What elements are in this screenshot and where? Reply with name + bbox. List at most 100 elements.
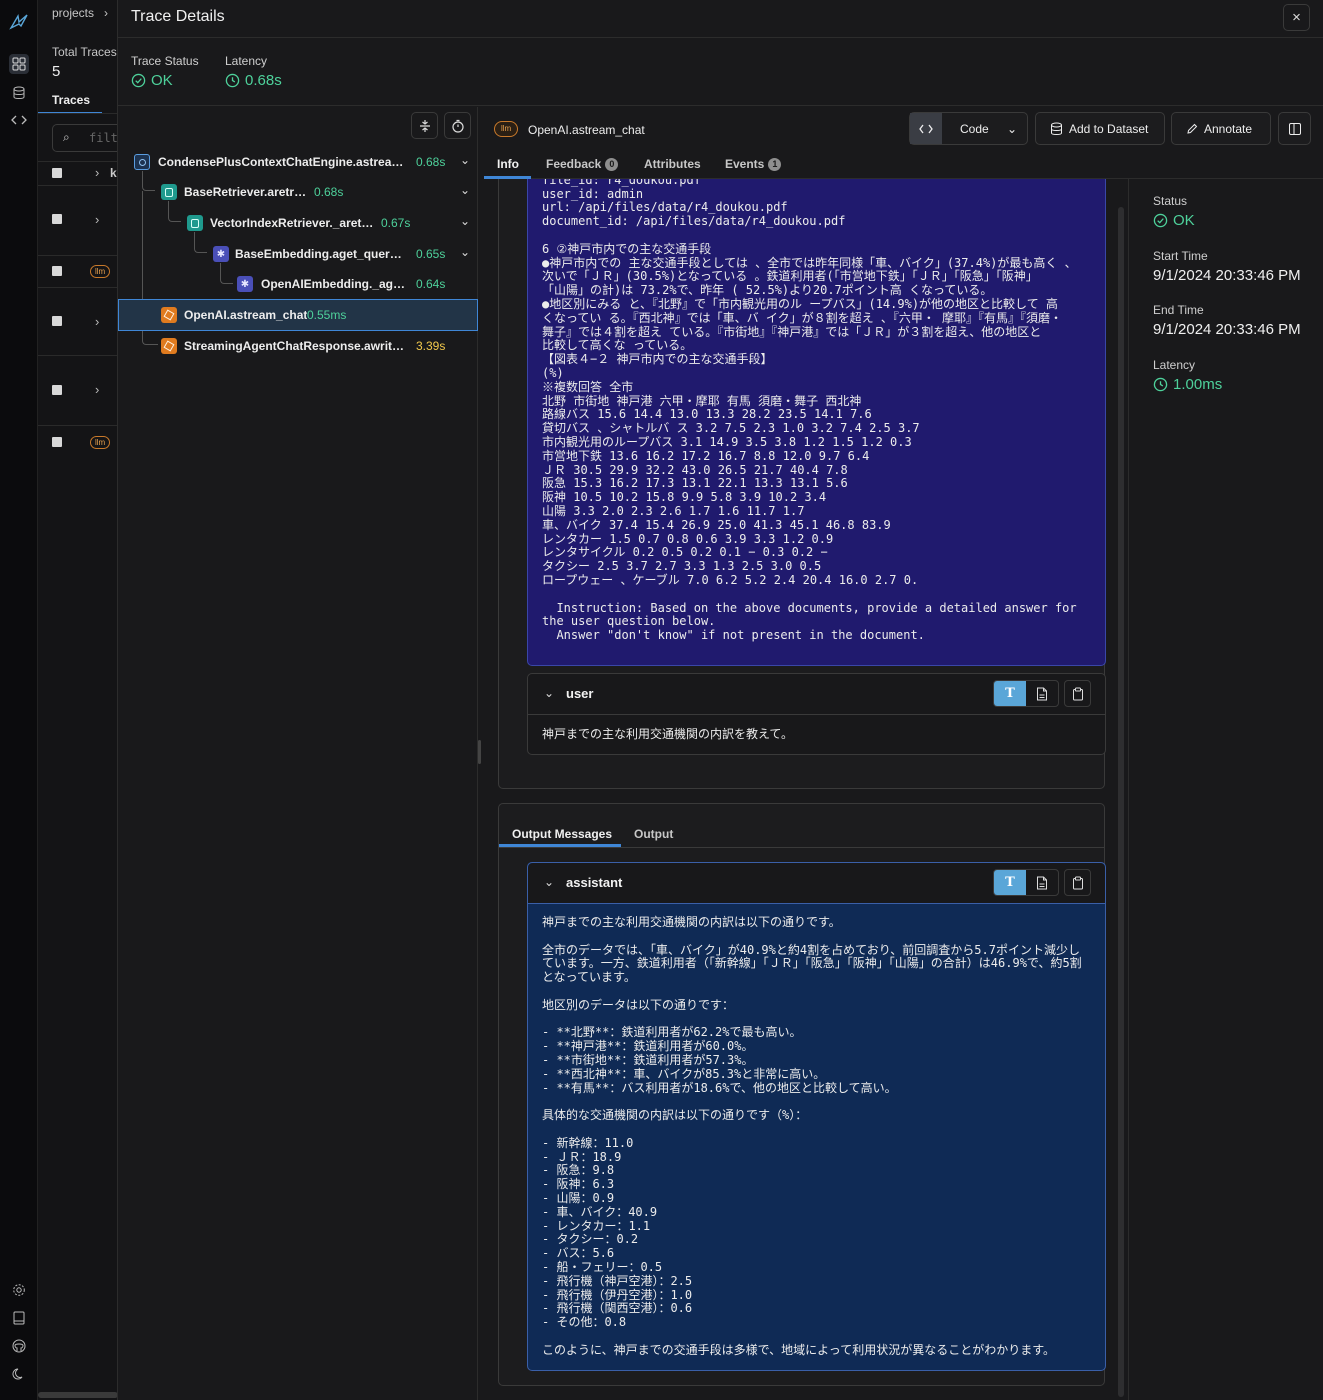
horizontal-scrollbar[interactable] xyxy=(38,1392,117,1398)
span-row-base-embedding[interactable]: ✱ BaseEmbedding.aget_query_e... 0.65s ⌄ xyxy=(118,239,478,269)
input-messages-card: private: false file_id: r4_doukou.pdf us… xyxy=(498,179,1106,789)
tab-traces[interactable]: Traces xyxy=(52,93,90,107)
select-all-checkbox[interactable] xyxy=(52,168,62,178)
copy-button[interactable] xyxy=(1064,680,1091,707)
row-checkbox[interactable] xyxy=(52,316,62,326)
tab-info[interactable]: Info xyxy=(497,157,519,171)
chevron-down-icon[interactable]: ⌄ xyxy=(460,153,470,167)
clock-icon xyxy=(225,73,240,88)
tab-events[interactable]: Events 1 xyxy=(725,157,782,171)
chevron-down-icon[interactable]: ⌄ xyxy=(544,686,554,700)
span-row-vector-index-retriever[interactable]: VectorIndexRetriever._aretrieve 0.67s ⌄ xyxy=(118,208,478,238)
close-button[interactable]: × xyxy=(1283,4,1310,31)
trace-row[interactable]: › xyxy=(38,185,117,255)
chevron-down-icon[interactable]: ⌄ xyxy=(460,183,470,197)
add-to-dataset-button[interactable]: Add to Dataset xyxy=(1035,112,1165,145)
stopwatch-icon xyxy=(451,119,464,133)
span-row-base-retriever[interactable]: BaseRetriever.aretrieve 0.68s ⌄ xyxy=(118,177,478,207)
code-brackets-icon xyxy=(910,113,942,144)
filter-input[interactable]: ⌕ filt xyxy=(52,124,118,152)
github-icon[interactable] xyxy=(9,1336,29,1356)
toggle-side-panel-button[interactable] xyxy=(1278,112,1311,145)
row-checkbox[interactable] xyxy=(52,214,62,224)
feedback-count-badge: 0 xyxy=(605,157,619,171)
datasets-database-icon[interactable] xyxy=(9,83,29,103)
row-checkbox[interactable] xyxy=(52,385,62,395)
theme-moon-icon[interactable] xyxy=(9,1364,29,1384)
span-name: BaseRetriever.aretrieve xyxy=(184,185,308,199)
row-expand-chevron-icon[interactable]: › xyxy=(95,314,99,329)
left-rail xyxy=(0,0,38,1400)
database-icon xyxy=(1051,122,1062,135)
span-kind-badge: llm xyxy=(494,121,519,137)
breadcrumb-projects[interactable]: projects xyxy=(52,6,94,20)
content-scrollbar[interactable] xyxy=(1118,207,1124,1397)
span-latency: 0.55ms xyxy=(307,308,347,322)
span-latency: 0.64s xyxy=(416,277,446,291)
chevron-down-icon[interactable]: ⌄ xyxy=(460,245,470,259)
span-details: llm OpenAI.astream_chat Code ⌄ Add to Da… xyxy=(484,107,1323,1400)
span-side-panel: Status OK Start Time 9/1/2024 20:33:46 P… xyxy=(1128,179,1323,1400)
markdown-mode-icon[interactable] xyxy=(1026,681,1058,706)
annotate-label: Annotate xyxy=(1204,121,1253,136)
span-row-openai-astream-chat[interactable]: OpenAI.astream_chat 0.55ms xyxy=(118,299,478,331)
trace-row[interactable]: llm xyxy=(38,255,117,287)
collapse-tree-button[interactable] xyxy=(411,112,438,139)
filter-placeholder: filt xyxy=(89,131,118,145)
start-time-value: 9/1/2024 20:33:46 PM xyxy=(1153,267,1301,284)
clipboard-icon xyxy=(1072,687,1083,700)
span-row-condense-chat-engine[interactable]: CondensePlusContextChatEngine.astream_c.… xyxy=(118,147,478,177)
span-name: OpenAIEmbedding._aget_... xyxy=(261,277,409,291)
tab-output[interactable]: Output xyxy=(634,827,673,841)
span-row-streaming-agent-response[interactable]: StreamingAgentChatResponse.awrite_re... … xyxy=(118,331,478,361)
row-checkbox[interactable] xyxy=(52,437,62,447)
code-brackets-icon[interactable] xyxy=(9,110,29,130)
add-to-dataset-label: Add to Dataset xyxy=(1069,121,1149,136)
annotate-button[interactable]: Annotate xyxy=(1171,112,1271,145)
panel-resize-handle[interactable] xyxy=(478,740,481,764)
tab-feedback-label: Feedback xyxy=(546,157,602,171)
drawer-title: Trace Details xyxy=(131,8,225,25)
settings-gear-icon[interactable] xyxy=(9,1280,29,1300)
row-expand-chevron-icon[interactable]: › xyxy=(95,382,99,397)
phoenix-logo-icon[interactable] xyxy=(9,12,29,32)
tab-attributes[interactable]: Attributes xyxy=(644,157,701,171)
chevron-down-icon[interactable]: ⌄ xyxy=(460,214,470,228)
latency-label: Latency xyxy=(1153,358,1196,372)
trace-latency-text: 0.68s xyxy=(245,72,282,89)
text-mode-icon[interactable]: T xyxy=(994,681,1026,706)
llm-span-icon xyxy=(161,338,177,354)
span-row-openai-embedding[interactable]: ✱ OpenAIEmbedding._aget_... 0.64s xyxy=(118,269,478,299)
text-mode-icon[interactable]: T xyxy=(994,870,1026,895)
trace-latency-value: 0.68s xyxy=(225,72,282,89)
span-latency: 0.67s xyxy=(381,216,411,230)
assistant-message-card: ⌄ assistant T 神戸までの主な利用交通機関の内訳は以下の通りです。 … xyxy=(527,862,1106,1371)
trace-row[interactable]: › xyxy=(38,287,117,355)
assistant-message-header[interactable]: ⌄ assistant T xyxy=(528,863,1105,903)
latency-value: 1.00ms xyxy=(1153,376,1222,393)
display-mode-toggle[interactable]: T xyxy=(993,680,1059,707)
expand-all-chevron-icon[interactable]: › xyxy=(95,165,99,180)
docs-book-icon[interactable] xyxy=(9,1308,29,1328)
tab-feedback[interactable]: Feedback 0 xyxy=(546,157,619,171)
trace-row[interactable]: › xyxy=(38,355,117,425)
message-role-assistant: assistant xyxy=(566,875,623,890)
user-message-header[interactable]: ⌄ user T xyxy=(528,674,1105,714)
chevron-down-icon[interactable]: ⌄ xyxy=(544,875,554,889)
display-mode-toggle[interactable]: T xyxy=(993,869,1059,896)
tab-output-messages[interactable]: Output Messages xyxy=(512,827,612,841)
column-header-fragment: k xyxy=(110,166,117,180)
trace-summary: Trace Status OK Latency 0.68s xyxy=(118,38,1323,106)
span-tree: CondensePlusContextChatEngine.astream_c.… xyxy=(118,107,478,1400)
code-view-select[interactable]: Code ⌄ xyxy=(909,112,1028,145)
trace-row[interactable]: llm xyxy=(38,425,117,457)
projects-grid-icon[interactable] xyxy=(9,54,29,74)
span-name: VectorIndexRetriever._aretrieve xyxy=(210,216,378,230)
latency-toggle-button[interactable] xyxy=(444,112,471,139)
retriever-span-icon xyxy=(187,215,203,231)
row-checkbox[interactable] xyxy=(52,266,62,276)
row-expand-chevron-icon[interactable]: › xyxy=(95,212,99,227)
copy-button[interactable] xyxy=(1064,869,1091,896)
markdown-mode-icon[interactable] xyxy=(1026,870,1058,895)
end-time-value: 9/1/2024 20:33:46 PM xyxy=(1153,321,1301,338)
